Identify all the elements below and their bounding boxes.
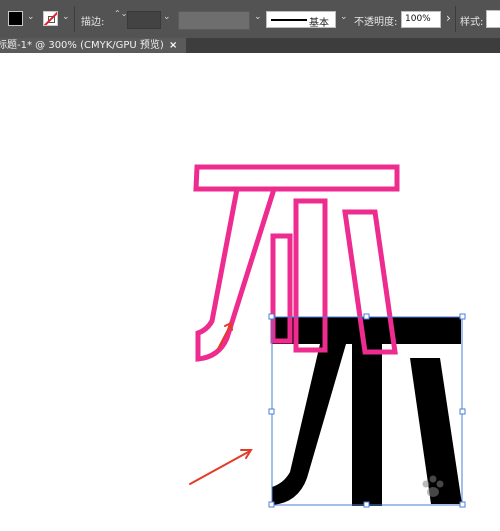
style-label[interactable]: 样式:: [460, 13, 483, 28]
stroke-color-swatch[interactable]: [43, 11, 58, 26]
document-tab-bar: 标题-1* @ 300% (CMYK/GPU 预览) ×: [0, 38, 500, 53]
brush-definition-select[interactable]: 基本: [266, 11, 336, 29]
variable-width-profile-field[interactable]: [178, 11, 250, 30]
opacity-input[interactable]: 100%: [401, 11, 441, 28]
close-icon[interactable]: ×: [169, 38, 177, 53]
stroke-weight-field[interactable]: [127, 11, 161, 29]
brush-definition-label: 基本: [309, 18, 329, 29]
brush-dropdown-icon[interactable]: ⌄: [340, 12, 348, 22]
stroke-dropdown-icon[interactable]: ⌄: [62, 12, 70, 22]
artwork: [189, 164, 466, 508]
toolbar-divider: [455, 6, 456, 32]
fill-dropdown-icon[interactable]: ⌄: [27, 12, 35, 22]
stroke-label[interactable]: 描边:: [81, 13, 104, 28]
document-tab-title: 标题-1* @ 300% (CMYK/GPU 预览): [0, 40, 164, 51]
graphic-style-swatch[interactable]: [486, 10, 500, 28]
arrow-diagonal-icon: [189, 449, 253, 485]
brush-stroke-preview-icon: [271, 19, 307, 21]
opacity-expand-icon[interactable]: ›: [446, 11, 451, 25]
stroke-weight-stepper-icon[interactable]: ⌃⌄: [114, 10, 127, 28]
none-slash-icon: [44, 12, 57, 25]
fill-color-swatch[interactable]: [8, 11, 23, 26]
control-bar: ⌄ ⌄ 描边: ⌃⌄ ⌄ ⌄ 基本 ⌄ 不透明度: 100% › 样式:: [0, 0, 500, 39]
opacity-label[interactable]: 不透明度:: [354, 13, 397, 28]
stroke-weight-dropdown-icon[interactable]: ⌄: [163, 12, 171, 22]
document-tab[interactable]: 标题-1* @ 300% (CMYK/GPU 预览) ×: [0, 38, 186, 53]
artboard-canvas[interactable]: 经验: [0, 53, 500, 531]
toolbar-divider: [74, 6, 75, 32]
variable-width-dropdown-icon[interactable]: ⌄: [254, 12, 262, 22]
